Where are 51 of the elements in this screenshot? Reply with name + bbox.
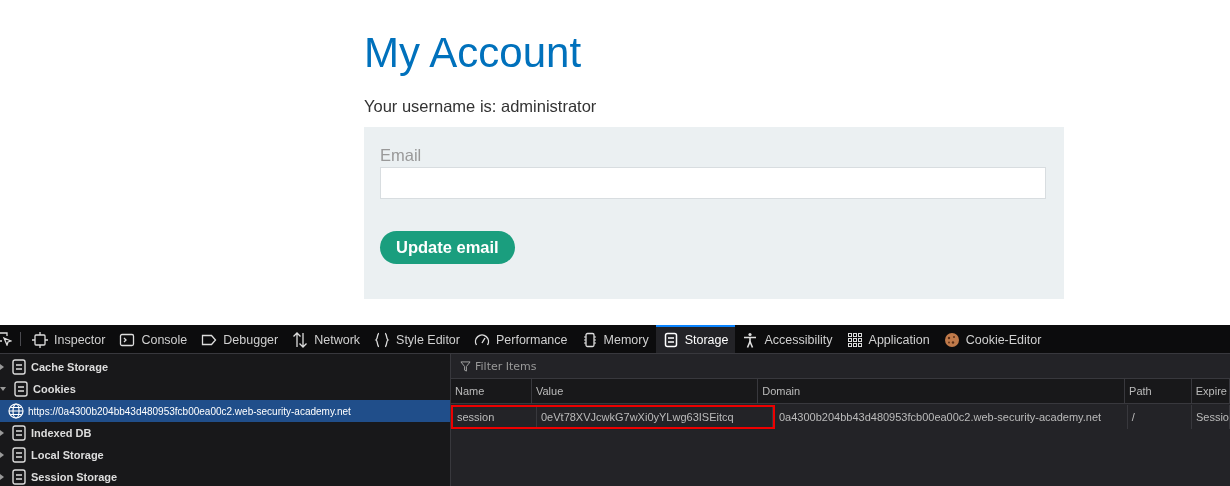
debugger-icon bbox=[201, 332, 218, 348]
column-header[interactable]: Path bbox=[1125, 379, 1192, 403]
table-cell: / bbox=[1127, 405, 1192, 429]
inspector-icon bbox=[32, 332, 48, 348]
column-header[interactable]: Value bbox=[531, 379, 759, 403]
devtools-tab[interactable]: Performance bbox=[466, 325, 575, 353]
storage-tree-item[interactable]: Cookies bbox=[0, 378, 450, 400]
storage-icon bbox=[12, 359, 26, 375]
email-field[interactable] bbox=[380, 167, 1046, 199]
column-header[interactable]: Domain bbox=[758, 379, 1126, 403]
storage-tree-item[interactable]: Session Storage bbox=[0, 466, 450, 486]
memory-icon bbox=[581, 332, 598, 348]
devtools-tab[interactable]: Console bbox=[112, 325, 195, 353]
performance-icon bbox=[473, 332, 490, 348]
devtools-tab[interactable]: Style Editor bbox=[367, 325, 467, 353]
storage-tree-item[interactable]: Indexed DB bbox=[0, 422, 450, 444]
console-icon bbox=[119, 332, 136, 348]
devtools-tab[interactable]: Inspector bbox=[25, 325, 113, 353]
table-cell: 0eVt78XVJcwkG7wXi0yYLwg63ISEitcq bbox=[537, 407, 773, 427]
storage-tree-item[interactable]: Local Storage bbox=[0, 444, 450, 466]
devtools-tab[interactable]: Storage bbox=[655, 325, 736, 353]
username-text: Your username is: administrator bbox=[364, 96, 598, 116]
devtools-tab[interactable]: Network bbox=[285, 325, 368, 353]
network-icon bbox=[292, 332, 309, 348]
table-cell: 0a4300b204bb43d480953fcb00ea00c2.web-security-academy.net bbox=[775, 405, 1128, 429]
storage-icon bbox=[12, 447, 26, 463]
devtools-tab[interactable]: Memory bbox=[574, 325, 656, 353]
column-header[interactable]: Expire bbox=[1191, 379, 1230, 403]
devtools-tab[interactable]: Accessibility bbox=[735, 325, 840, 353]
element-picker-icon[interactable] bbox=[0, 332, 12, 346]
column-header[interactable]: Name bbox=[451, 379, 532, 403]
storage-icon bbox=[14, 381, 28, 397]
page-title: My Account bbox=[364, 30, 583, 76]
accessibility-icon bbox=[742, 332, 759, 348]
storage-icon bbox=[12, 425, 26, 441]
storage-icon bbox=[12, 469, 26, 485]
filter-field[interactable]: Filter Items bbox=[475, 359, 675, 373]
storage-tree-item[interactable]: Cache Storage bbox=[0, 356, 450, 378]
email-label: Email bbox=[380, 146, 422, 164]
storage-tree-item[interactable]: https://0a4300b204bb43d480953fcb00ea00c2.web-security-academy.net bbox=[0, 400, 450, 422]
table-cell: Sessio bbox=[1191, 405, 1230, 429]
storage-icon bbox=[662, 332, 679, 348]
cookie-icon bbox=[943, 332, 960, 348]
table-cell: session bbox=[453, 407, 537, 427]
style-icon bbox=[374, 332, 391, 348]
devtools-tab[interactable]: Cookie-Editor bbox=[936, 325, 1049, 353]
devtools-tab[interactable]: Application bbox=[839, 325, 937, 353]
application-icon bbox=[846, 332, 863, 348]
filter-icon bbox=[460, 360, 471, 372]
globe-icon bbox=[8, 403, 24, 419]
devtools-tab[interactable]: Debugger bbox=[194, 325, 286, 353]
